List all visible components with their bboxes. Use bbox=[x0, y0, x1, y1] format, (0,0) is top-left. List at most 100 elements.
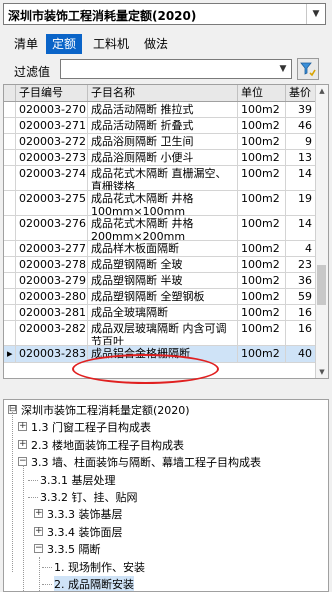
item-code: 020003-274 bbox=[16, 166, 88, 190]
item-name: 成品活动隔断 折叠式 bbox=[88, 118, 238, 133]
quota-library-value: 深圳市装饰工程消耗量定额(2020) bbox=[8, 9, 197, 23]
tab-labor-material[interactable]: 工料机 bbox=[87, 34, 135, 54]
row-indicator bbox=[4, 150, 16, 165]
table-row[interactable]: 020003-280 成品塑钢隔断 全塑钢板 100m2 59 bbox=[4, 289, 328, 305]
item-name: 成品双层玻璃隔断 内含可调节百叶 bbox=[88, 321, 238, 345]
row-indicator bbox=[4, 118, 16, 133]
item-price: 14 bbox=[286, 166, 316, 190]
table-row[interactable]: 020003-279 成品塑钢隔断 半玻 100m2 36 bbox=[4, 273, 328, 289]
table-row[interactable]: 020003-276 成品花式木隔断 井格200mm×200mm 100m2 14 bbox=[4, 216, 328, 241]
expand-icon[interactable]: + bbox=[34, 526, 43, 536]
table-header: 子目编号 子目名称 单位 基价 bbox=[4, 85, 328, 102]
table-row[interactable]: 020003-281 成品全玻璃隔断 100m2 16 bbox=[4, 305, 328, 321]
filter-label: 过滤值 bbox=[14, 65, 51, 79]
filter-button[interactable] bbox=[297, 58, 319, 80]
tree-node-label: 3.3.4 装饰面层 bbox=[47, 525, 123, 539]
table-row[interactable]: 020003-271 成品活动隔断 折叠式 100m2 46 bbox=[4, 118, 328, 134]
table-row[interactable]: 020003-278 成品塑钢隔断 全玻 100m2 23 bbox=[4, 257, 328, 273]
item-code: 020003-281 bbox=[16, 305, 88, 320]
tree-node-label: 3.3.2 钉、挂、贴网 bbox=[40, 491, 138, 504]
table-row[interactable]: 020003-272 成品浴厕隔断 卫生间 100m2 9 bbox=[4, 134, 328, 150]
tree-connector bbox=[42, 566, 52, 568]
table-row[interactable]: 020003-273 成品浴厕隔断 小便斗 100m2 13 bbox=[4, 150, 328, 166]
tree-node-label: 1.3 门窗工程子目构成表 bbox=[31, 421, 151, 435]
item-unit: 100m2 bbox=[238, 166, 286, 190]
tab-bill[interactable]: 清单 bbox=[8, 34, 44, 54]
row-indicator bbox=[4, 191, 16, 215]
scroll-thumb[interactable] bbox=[317, 265, 326, 305]
item-code: 020003-282 bbox=[16, 321, 88, 345]
scroll-down-icon[interactable]: ▼ bbox=[316, 366, 328, 378]
row-indicator: ▸ bbox=[4, 346, 16, 362]
tree-node-label: 2. 成品隔断安装 bbox=[54, 576, 134, 591]
tree-connector bbox=[28, 497, 38, 498]
filter-input[interactable]: ▼ bbox=[60, 59, 292, 79]
column-header-price[interactable]: 基价 bbox=[286, 85, 316, 101]
column-header-unit[interactable]: 单位 bbox=[238, 85, 286, 101]
tree-node-label: 3.3 墙、柱面装饰与隔断、幕墙工程子目构成表 bbox=[31, 456, 261, 470]
table-scrollbar[interactable]: ▲ ▼ bbox=[315, 85, 328, 378]
column-header-name[interactable]: 子目名称 bbox=[88, 85, 238, 101]
row-indicator bbox=[4, 305, 16, 320]
item-code: 020003-273 bbox=[16, 150, 88, 165]
expand-icon[interactable]: + bbox=[18, 439, 27, 449]
row-indicator bbox=[4, 134, 16, 149]
table-row[interactable]: 020003-275 成品花式木隔断 井格100mm×100mm 100m2 19 bbox=[4, 191, 328, 216]
item-unit: 100m2 bbox=[238, 273, 286, 288]
tab-quota[interactable]: 定额 bbox=[46, 34, 83, 54]
row-indicator bbox=[4, 321, 16, 345]
item-code: 020003-280 bbox=[16, 289, 88, 304]
item-price: 14 bbox=[286, 216, 316, 240]
item-price: 4 bbox=[286, 241, 316, 256]
table-row[interactable]: 020003-274 成品花式木隔断 直栅漏空、直栅镂格 100m2 14 bbox=[4, 166, 328, 191]
quota-library-select[interactable]: 深圳市装饰工程消耗量定额(2020) ▼ bbox=[3, 3, 326, 25]
item-unit: 100m2 bbox=[238, 150, 286, 165]
item-unit: 100m2 bbox=[238, 134, 286, 149]
expand-icon[interactable]: + bbox=[34, 509, 43, 519]
table-row[interactable]: 020003-270 成品活动隔断 推拉式 100m2 39 bbox=[4, 102, 328, 118]
item-code: 020003-278 bbox=[16, 257, 88, 272]
item-name: 成品花式木隔断 井格100mm×100mm bbox=[88, 191, 238, 215]
item-name: 成品样木板面隔断 bbox=[88, 241, 238, 256]
item-unit: 100m2 bbox=[238, 257, 286, 272]
scroll-up-icon[interactable]: ▲ bbox=[316, 85, 328, 97]
item-price: 36 bbox=[286, 273, 316, 288]
tree-node-label: 3.3.3 装饰基层 bbox=[47, 508, 123, 522]
item-code: 020003-272 bbox=[16, 134, 88, 149]
item-unit: 100m2 bbox=[238, 305, 286, 320]
chevron-down-icon[interactable]: ▼ bbox=[275, 60, 291, 78]
quota-chapter-tree: ⊟ 深圳市装饰工程消耗量定额(2020) +1.3 门窗工程子目构成表 +2.3 楼地… bbox=[3, 399, 329, 592]
item-code: 020003-275 bbox=[16, 191, 88, 215]
collapse-icon[interactable]: − bbox=[34, 544, 43, 554]
row-indicator-header bbox=[4, 85, 16, 101]
column-header-code[interactable]: 子目编号 bbox=[16, 85, 88, 101]
tree-connector bbox=[12, 412, 13, 572]
item-price: 9 bbox=[286, 134, 316, 149]
chevron-down-icon[interactable]: ▼ bbox=[306, 4, 325, 24]
item-code: 020003-271 bbox=[16, 118, 88, 133]
row-indicator bbox=[4, 257, 16, 272]
table-row[interactable]: 020003-282 成品双层玻璃隔断 内含可调节百叶 100m2 16 bbox=[4, 321, 328, 346]
tree-connector bbox=[28, 479, 38, 481]
tree-connector bbox=[39, 557, 40, 591]
item-name: 成品铝合金格栅隔断 bbox=[88, 346, 238, 362]
item-price: 40 bbox=[286, 346, 316, 362]
item-code: 020003-276 bbox=[16, 216, 88, 240]
item-code: 020003-270 bbox=[16, 102, 88, 117]
tree-node-label: 1. 现场制作、安装 bbox=[54, 560, 145, 574]
tree-connector bbox=[23, 465, 24, 591]
table-row[interactable]: 020003-277 成品样木板面隔断 100m2 4 bbox=[4, 241, 328, 257]
item-code: 020003-279 bbox=[16, 273, 88, 288]
quota-items-table: 子目编号 子目名称 单位 基价 020003-270 成品活动隔断 推拉式 100m… bbox=[3, 84, 329, 379]
tab-method[interactable]: 做法 bbox=[138, 34, 174, 54]
item-unit: 100m2 bbox=[238, 241, 286, 256]
item-price: 13 bbox=[286, 150, 316, 165]
row-indicator bbox=[4, 289, 16, 304]
item-unit: 100m2 bbox=[238, 216, 286, 240]
item-name: 成品塑钢隔断 半玻 bbox=[88, 273, 238, 288]
item-unit: 100m2 bbox=[238, 289, 286, 304]
item-price: 16 bbox=[286, 321, 316, 345]
tree-node-label: 深圳市装饰工程消耗量定额(2020) bbox=[21, 404, 190, 417]
expand-icon[interactable]: + bbox=[18, 422, 27, 432]
table-row[interactable]: ▸ 020003-283 成品铝合金格栅隔断 100m2 40 bbox=[4, 346, 328, 363]
